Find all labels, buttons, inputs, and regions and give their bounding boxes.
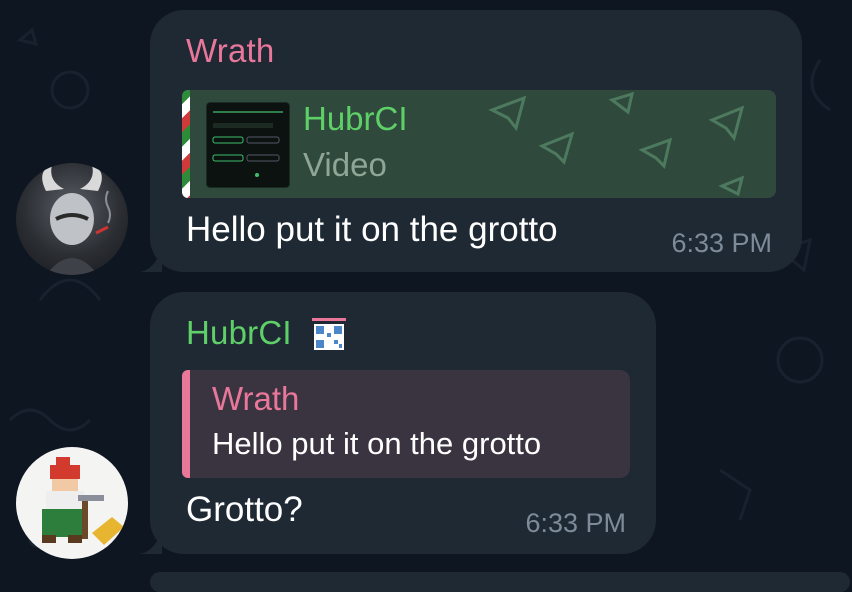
reply-sender-name: Wrath <box>212 380 300 417</box>
message-bubble-wrath[interactable]: Wrath HubrCI Video Hello put it on the g… <box>150 10 802 272</box>
reply-quote[interactable]: Wrath Hello put it on the grotto <box>182 370 630 478</box>
message-text: Hello put it on the grotto <box>186 210 558 249</box>
message-text: Grotto? <box>186 490 303 529</box>
reply-accent-bar <box>182 370 190 478</box>
telegram-plane-icons-pattern <box>488 91 745 197</box>
message-time: 6:33 PM <box>525 508 626 538</box>
avatar-wrath[interactable] <box>16 163 128 275</box>
qr-code-icon <box>312 318 346 350</box>
message-time: 6:33 PM <box>671 228 772 258</box>
next-message-bubble-edge <box>150 572 850 592</box>
pixel-gnome-avatar-image <box>42 457 124 545</box>
reply-text: Hello put it on the grotto <box>212 426 542 461</box>
message-bubble-hubrci[interactable]: HubrCI Wrath Hello put it on the grotto … <box>150 292 656 554</box>
bubble-tail <box>138 250 162 272</box>
sender-name[interactable]: Wrath <box>186 32 274 70</box>
bubble-tail <box>138 532 162 554</box>
forwarded-video-preview[interactable]: HubrCI Video <box>182 90 776 198</box>
sender-name[interactable]: HubrCI <box>186 314 292 352</box>
avatar-hubrci[interactable] <box>16 447 128 559</box>
horned-mask-avatar-image <box>42 165 111 275</box>
